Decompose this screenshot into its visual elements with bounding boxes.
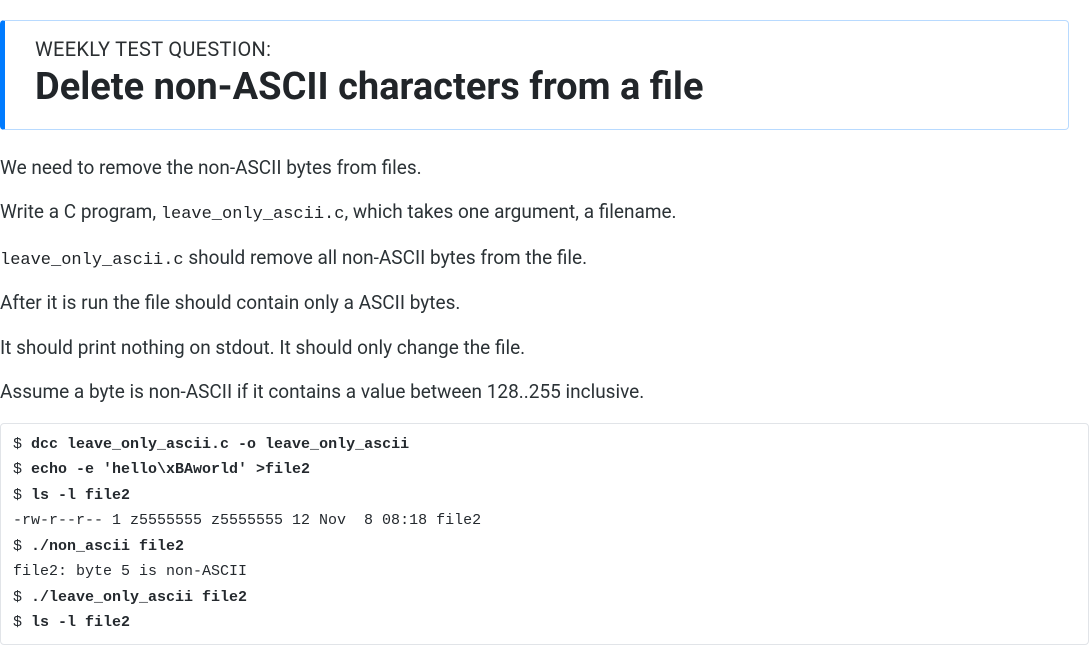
terminal-command: dcc leave_only_ascii.c -o leave_only_asc… [31, 436, 409, 453]
terminal-command: ./leave_only_ascii file2 [31, 589, 247, 606]
text-span: should remove all non-ASCII bytes from t… [184, 246, 588, 269]
text-span: , which takes one argument, a filename. [344, 200, 676, 223]
paragraph: It should print nothing on stdout. It sh… [0, 334, 1089, 363]
terminal-command: ls -l file2 [31, 614, 130, 631]
terminal-cmd-line: $ dcc leave_only_ascii.c -o leave_only_a… [13, 436, 409, 453]
terminal-output-line: -rw-r--r-- 1 z5555555 z5555555 12 Nov 8 … [13, 512, 481, 529]
terminal-cmd-line: $ ls -l file2 [13, 614, 130, 631]
terminal-cmd-line: $ ls -l file2 [13, 487, 130, 504]
banner-kicker: WEEKLY TEST QUESTION: [35, 37, 1038, 61]
terminal-prompt: $ [13, 436, 31, 453]
paragraph: leave_only_ascii.c should remove all non… [0, 244, 1089, 274]
terminal-command: ./non_ascii file2 [31, 538, 184, 555]
terminal-prompt: $ [13, 589, 31, 606]
paragraph: Write a C program, leave_only_ascii.c, w… [0, 198, 1089, 228]
terminal-cmd-line: $ ./leave_only_ascii file2 [13, 589, 247, 606]
paragraph: We need to remove the non-ASCII bytes fr… [0, 154, 1089, 183]
terminal-cmd-line: $ echo -e 'hello\xBAworld' >file2 [13, 461, 310, 478]
paragraph: After it is run the file should contain … [0, 289, 1089, 318]
terminal-block: $ dcc leave_only_ascii.c -o leave_only_a… [0, 423, 1089, 645]
question-body: We need to remove the non-ASCII bytes fr… [0, 154, 1089, 645]
terminal-prompt: $ [13, 614, 31, 631]
terminal-prompt: $ [13, 538, 31, 555]
paragraph: Assume a byte is non-ASCII if it contain… [0, 378, 1089, 407]
terminal-output-line: file2: byte 5 is non-ASCII [13, 563, 247, 580]
terminal-prompt: $ [13, 487, 31, 504]
terminal-cmd-line: $ ./non_ascii file2 [13, 538, 184, 555]
inline-code: leave_only_ascii.c [161, 205, 345, 224]
terminal-command: echo -e 'hello\xBAworld' >file2 [31, 461, 310, 478]
terminal-prompt: $ [13, 461, 31, 478]
page: WEEKLY TEST QUESTION: Delete non-ASCII c… [0, 20, 1089, 645]
inline-code: leave_only_ascii.c [0, 251, 184, 270]
question-banner: WEEKLY TEST QUESTION: Delete non-ASCII c… [0, 20, 1069, 130]
banner-title: Delete non-ASCII characters from a file [35, 65, 1038, 111]
terminal-command: ls -l file2 [31, 487, 130, 504]
text-span: Write a C program, [0, 200, 161, 223]
